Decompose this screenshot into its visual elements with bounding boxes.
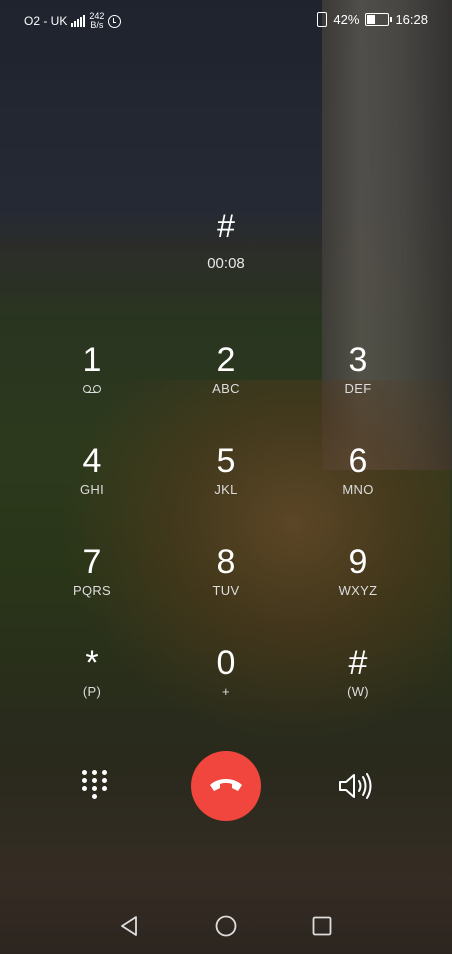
end-call-button[interactable] xyxy=(191,751,261,821)
key-digit: * xyxy=(85,644,99,682)
navigation-bar xyxy=(0,906,452,946)
key-8[interactable]: 8 TUV xyxy=(160,542,292,632)
home-button[interactable] xyxy=(214,914,238,938)
battery-percent: 42% xyxy=(333,12,360,27)
key-digit: 1 xyxy=(82,341,102,379)
clock: 16:28 xyxy=(395,12,428,27)
call-timer: 00:08 xyxy=(207,255,245,272)
key-letters: (W) xyxy=(347,684,369,699)
key-digit: # xyxy=(348,644,368,682)
key-digit: 8 xyxy=(216,543,236,581)
call-display: # 00:08 xyxy=(0,208,452,272)
key-1[interactable]: 1 xyxy=(26,340,158,430)
call-actions xyxy=(0,750,452,822)
home-icon xyxy=(215,915,237,937)
key-3[interactable]: 3 DEF xyxy=(292,340,424,430)
key-letters: PQRS xyxy=(72,583,112,598)
battery-icon xyxy=(365,13,393,26)
key-star[interactable]: * (P) xyxy=(26,643,158,733)
key-0[interactable]: 0 + xyxy=(160,643,292,733)
network-speed: 242 B/s xyxy=(89,12,104,30)
key-digit: 3 xyxy=(348,341,368,379)
vibrate-icon xyxy=(317,12,328,27)
key-letters: MNO xyxy=(342,482,374,497)
key-digit: 7 xyxy=(82,543,102,581)
alarm-icon xyxy=(108,14,122,28)
recents-button[interactable] xyxy=(310,914,334,938)
carrier-label: O2 - UK xyxy=(24,14,68,28)
network-speed-unit: B/s xyxy=(90,20,104,30)
dialed-digits: # xyxy=(217,208,235,244)
recents-icon xyxy=(312,916,332,936)
key-digit: 6 xyxy=(348,442,368,480)
key-letters: WXYZ xyxy=(338,583,378,598)
speaker-icon xyxy=(339,773,372,799)
speaker-button[interactable] xyxy=(337,772,375,805)
key-digit: 5 xyxy=(216,442,236,480)
key-2[interactable]: 2 ABC xyxy=(160,340,292,430)
key-9[interactable]: 9 WXYZ xyxy=(292,542,424,632)
key-letters: JKL xyxy=(214,482,238,497)
back-button[interactable] xyxy=(118,914,142,938)
status-bar: O2 - UK 242 B/s 42% 16:28 xyxy=(0,0,452,38)
key-digit: 9 xyxy=(348,543,368,581)
voicemail-icon xyxy=(83,385,101,393)
key-4[interactable]: 4 GHI xyxy=(26,441,158,531)
key-letters: + xyxy=(222,684,230,699)
back-icon xyxy=(121,916,137,936)
key-7[interactable]: 7 PQRS xyxy=(26,542,158,632)
key-letters: GHI xyxy=(79,482,104,497)
key-6[interactable]: 6 MNO xyxy=(292,441,424,531)
end-call-icon xyxy=(210,779,242,791)
key-5[interactable]: 5 JKL xyxy=(160,441,292,531)
key-letters: DEF xyxy=(344,381,372,396)
signal-icon xyxy=(71,15,86,27)
key-digit: 2 xyxy=(216,341,236,379)
key-digit: 0 xyxy=(216,644,236,682)
key-letters: ABC xyxy=(212,381,240,396)
key-letters: TUV xyxy=(212,583,240,598)
key-hash[interactable]: # (W) xyxy=(292,643,424,733)
dialpad-icon[interactable] xyxy=(82,770,108,802)
key-letters: (P) xyxy=(82,684,102,699)
key-digit: 4 xyxy=(82,442,102,480)
